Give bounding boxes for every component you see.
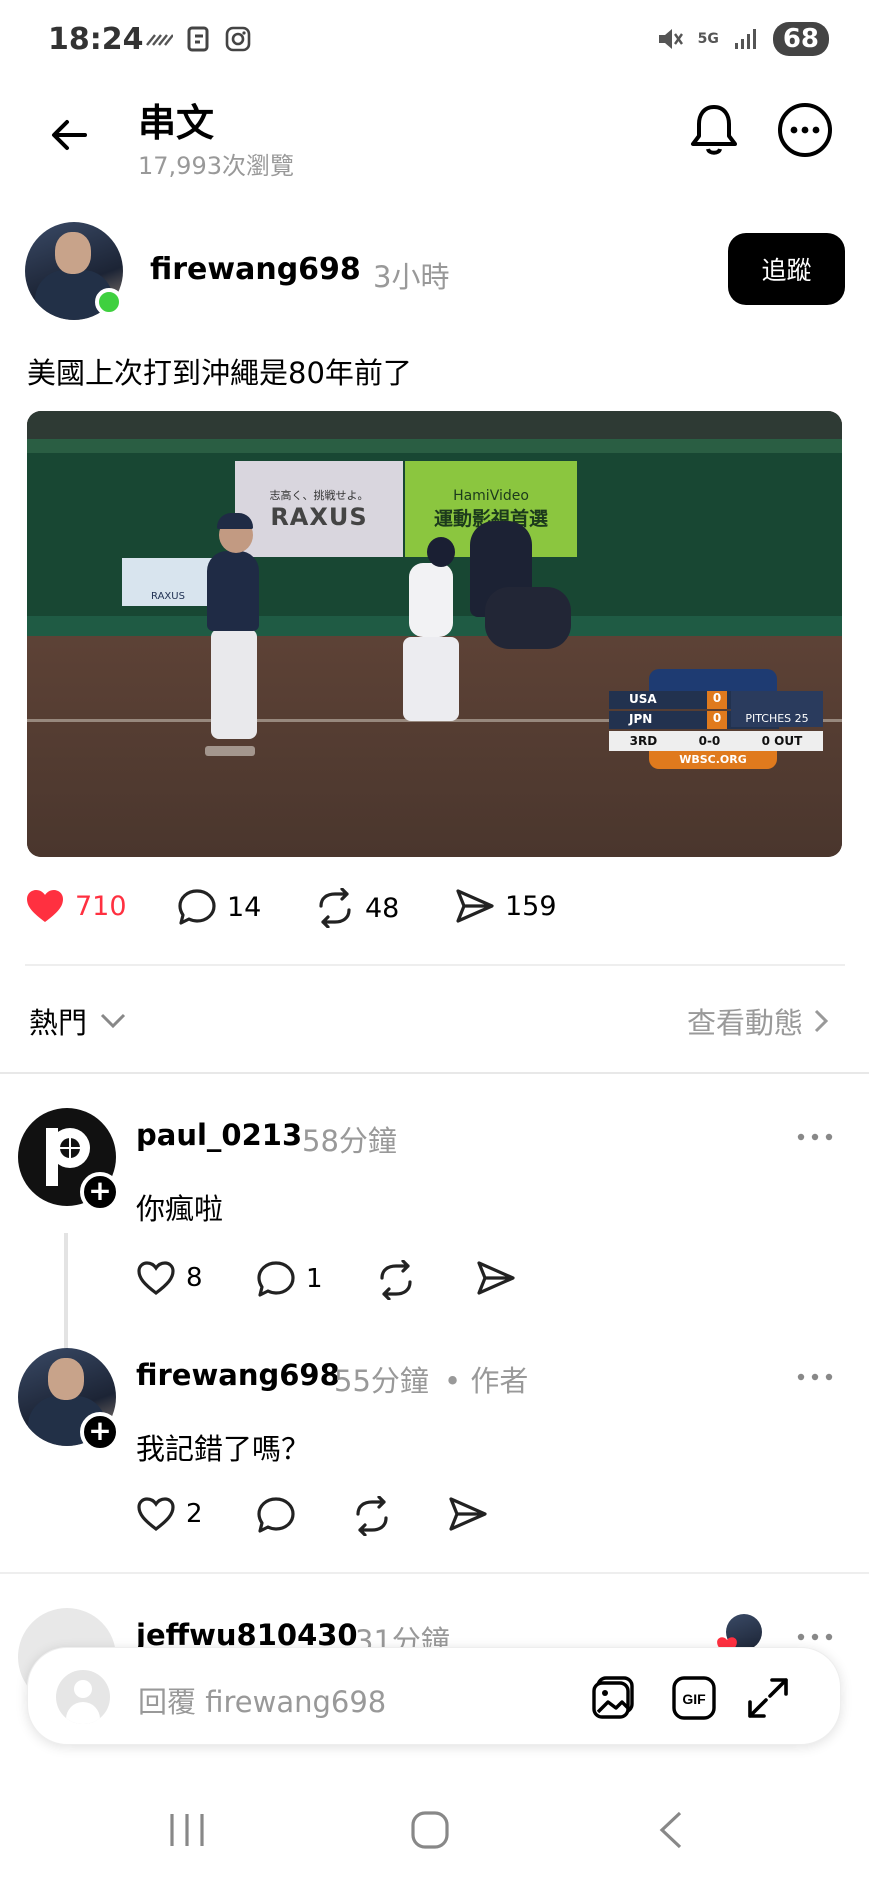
comment-bubble-icon bbox=[178, 889, 216, 925]
comment-actions: 2 bbox=[136, 1496, 556, 1540]
author-name[interactable]: firewang698 bbox=[150, 252, 361, 287]
bell-icon[interactable] bbox=[688, 102, 740, 158]
image-icon[interactable] bbox=[590, 1674, 638, 1722]
recent-apps-icon[interactable] bbox=[168, 1810, 206, 1850]
post-author-row: firewang698 3小時 追蹤 bbox=[25, 222, 845, 322]
pitch-count: PITCHES 25 bbox=[731, 691, 823, 727]
share-button[interactable]: 159 bbox=[455, 888, 557, 924]
comment-like-button[interactable]: 8 bbox=[136, 1260, 203, 1296]
repost-icon bbox=[319, 888, 351, 928]
send-icon bbox=[449, 1497, 487, 1531]
view-activity-link[interactable]: 查看動態 bbox=[687, 1000, 829, 1042]
comment-text: 你瘋啦 bbox=[136, 1192, 224, 1226]
chevron-right-icon bbox=[814, 1009, 829, 1033]
view-count: 17,993次瀏覽 bbox=[138, 152, 294, 180]
comment-time: 55分鐘 bbox=[334, 1364, 429, 1398]
post-video[interactable]: 志高く、挑戦せよ。 RAXUS HamiVideo 運動影視首選 RAXUS U… bbox=[27, 411, 842, 857]
reply-input-bar[interactable]: 回覆 firewang698 GIF bbox=[27, 1647, 841, 1745]
comment-text: 我記錯了嗎？ bbox=[136, 1432, 311, 1466]
comment-actions: 8 1 bbox=[136, 1260, 556, 1304]
share-count: 159 bbox=[505, 890, 557, 922]
back-nav-icon[interactable] bbox=[656, 1810, 686, 1850]
follow-plus-icon[interactable]: + bbox=[80, 1172, 120, 1212]
repost-button[interactable]: 48 bbox=[315, 888, 399, 928]
comment-button[interactable]: 14 bbox=[177, 888, 261, 926]
send-icon bbox=[477, 1261, 515, 1295]
sort-dropdown[interactable]: 熱門 bbox=[29, 1000, 127, 1042]
comment-repost-button[interactable] bbox=[352, 1496, 392, 1536]
divider bbox=[25, 964, 845, 966]
mute-icon bbox=[658, 29, 683, 49]
author-tag: • 作者 bbox=[444, 1364, 529, 1398]
comment-reply-button[interactable] bbox=[256, 1496, 296, 1534]
my-avatar bbox=[56, 1670, 110, 1724]
more-dots-icon[interactable] bbox=[795, 1630, 835, 1644]
reply-placeholder[interactable]: 回覆 firewang698 bbox=[138, 1679, 386, 1721]
gif-icon[interactable]: GIF bbox=[670, 1674, 718, 1722]
comment-author[interactable]: firewang698 bbox=[136, 1358, 340, 1392]
thread-line bbox=[64, 1233, 68, 1351]
comment-reply-button[interactable]: 1 bbox=[256, 1260, 323, 1298]
status-time: 18:24 bbox=[48, 22, 144, 57]
comment-repost-button[interactable] bbox=[376, 1260, 416, 1300]
post-text: 美國上次打到沖繩是80年前了 bbox=[27, 356, 412, 390]
post-actions: 710 14 48 159 bbox=[25, 888, 845, 936]
signal-stripes-icon bbox=[146, 34, 173, 46]
expand-icon[interactable] bbox=[744, 1674, 792, 1722]
page-title: 串文 bbox=[138, 101, 215, 145]
instagram-icon bbox=[225, 26, 251, 52]
view-activity-label: 查看動態 bbox=[686, 1006, 803, 1040]
thread-header: 串文 17,993次瀏覽 bbox=[0, 80, 869, 190]
online-indicator bbox=[95, 288, 123, 316]
more-options-icon[interactable] bbox=[777, 102, 833, 158]
comment-share-button[interactable] bbox=[448, 1496, 488, 1532]
chevron-down-icon bbox=[100, 1013, 126, 1029]
comment-like-button[interactable]: 2 bbox=[136, 1496, 203, 1532]
ad-sign-raxus: 志高く、挑戦せよ。 RAXUS bbox=[235, 461, 403, 557]
scoreboard-overlay: USA 0 JPN 0 PITCHES 25 3RD 0-0 0 OUT WBS… bbox=[609, 669, 823, 771]
svg-text:GIF: GIF bbox=[682, 1691, 706, 1707]
heart-icon bbox=[137, 1261, 175, 1296]
repost-count: 48 bbox=[365, 892, 400, 924]
more-dots-icon[interactable] bbox=[795, 1370, 835, 1384]
follow-button[interactable]: 追蹤 bbox=[728, 233, 845, 305]
comment-author[interactable]: paul_0213 bbox=[136, 1118, 302, 1152]
comment-share-button[interactable] bbox=[476, 1260, 516, 1296]
home-icon[interactable] bbox=[410, 1810, 450, 1850]
battery-indicator: 68 bbox=[772, 22, 829, 56]
section-divider bbox=[0, 1072, 869, 1074]
back-arrow-icon[interactable] bbox=[45, 110, 95, 160]
more-dots-icon[interactable] bbox=[795, 1130, 835, 1144]
cell-signal-icon bbox=[734, 29, 756, 49]
like-count: 710 bbox=[75, 890, 127, 922]
network-type: 5G bbox=[697, 31, 719, 47]
heart-filled-icon bbox=[27, 890, 63, 922]
system-nav-bar bbox=[0, 1790, 869, 1883]
comment-bubble-icon bbox=[257, 1497, 295, 1533]
heart-icon bbox=[137, 1497, 175, 1532]
follow-plus-icon[interactable]: + bbox=[80, 1412, 120, 1452]
note-icon bbox=[187, 26, 209, 52]
repost-icon bbox=[380, 1260, 412, 1300]
comment-time: 58分鐘 bbox=[302, 1124, 397, 1158]
status-bar: 18:24 5G 68 bbox=[0, 0, 869, 80]
like-button[interactable]: 710 bbox=[25, 888, 127, 924]
comment-count: 14 bbox=[227, 891, 262, 923]
sort-label: 熱門 bbox=[29, 1006, 88, 1040]
divider bbox=[0, 1572, 869, 1574]
sort-bar: 熱門 查看動態 bbox=[0, 990, 869, 1050]
comment-bubble-icon bbox=[257, 1261, 295, 1297]
scoreboard-url: WBSC.ORG bbox=[649, 751, 777, 769]
post-time: 3小時 bbox=[373, 260, 450, 294]
inning-bar: 3RD 0-0 0 OUT bbox=[609, 731, 823, 751]
send-icon bbox=[456, 889, 494, 923]
ad-sign-small: RAXUS bbox=[122, 558, 214, 606]
repost-icon bbox=[356, 1496, 388, 1536]
